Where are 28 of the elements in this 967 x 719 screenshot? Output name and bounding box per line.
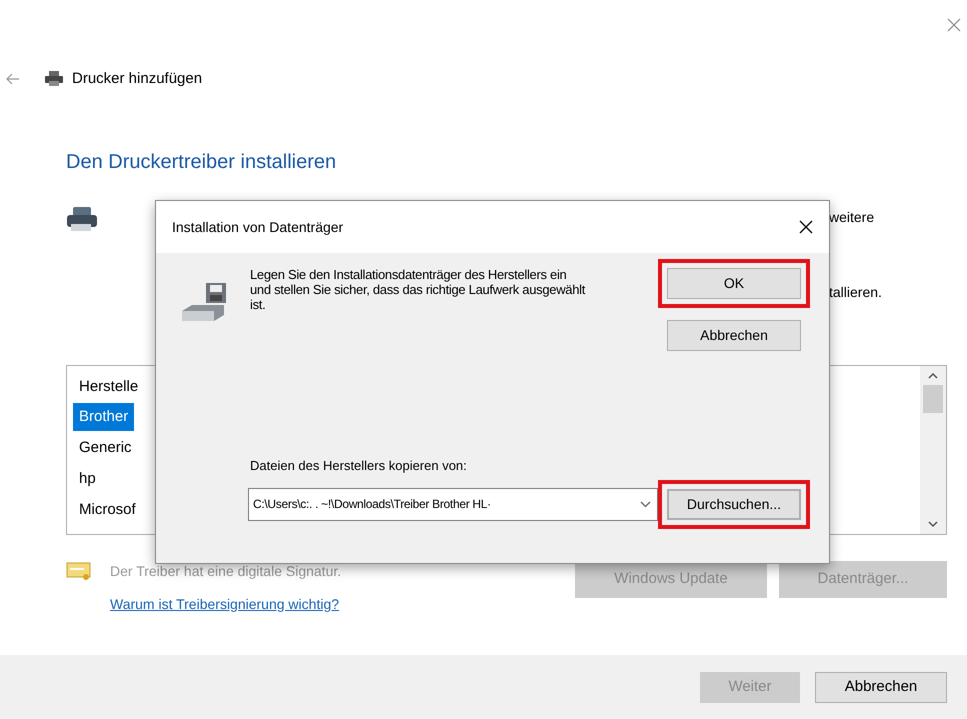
description-text: weitere: [829, 208, 876, 226]
signature-note: Der Treiber hat eine digitale Signatur.: [110, 562, 342, 581]
list-item[interactable]: Microsof: [73, 496, 142, 524]
footer-button[interactable]: Abbrechen: [815, 672, 947, 702]
path-combobox[interactable]: C:\Users\c:. . ~!\Downloads\Treiber Brother HL·: [248, 488, 658, 520]
scroll-down-icon[interactable]: [928, 520, 938, 528]
signature-link[interactable]: Warum ist Treibersignierung wichtig?: [110, 594, 342, 614]
printer-icon: [44, 71, 64, 88]
wizard-heading: Den Druckertreiber installieren: [66, 150, 338, 174]
wizard-title: Drucker hinzufügen: [72, 69, 202, 89]
path-value: C:\Users\c:. . ~!\Downloads\Treiber Brother HL·: [253, 496, 491, 513]
certificate-icon: [66, 561, 92, 581]
close-icon[interactable]: [799, 220, 813, 234]
dialog-button[interactable]: OK: [658, 259, 810, 308]
copy-label: Dateien des Herstellers kopieren von:: [250, 457, 468, 475]
scroll-thumb[interactable]: [923, 384, 943, 412]
list-header: Herstelle: [78, 376, 140, 396]
list-item[interactable]: Brother: [73, 402, 134, 432]
dropdown-caret-icon[interactable]: [640, 500, 651, 508]
back-arrow-icon[interactable]: [6, 73, 20, 86]
dialog-title: Installation von Datenträger: [172, 218, 344, 237]
description-text: tallieren.: [829, 282, 883, 302]
browse-button[interactable]: Durchsuchen...: [658, 480, 810, 528]
scroll-up-icon[interactable]: [928, 372, 938, 378]
dialog-message: Legen Sie den Installationsdatenträger des Herstellers ein und stellen Sie sicher, dass das richtige Laufwerk ausgewählt ist.: [250, 267, 586, 314]
list-item[interactable]: Generic: [73, 434, 138, 462]
scrollbar[interactable]: [920, 366, 946, 534]
list-item[interactable]: hp: [73, 464, 102, 494]
